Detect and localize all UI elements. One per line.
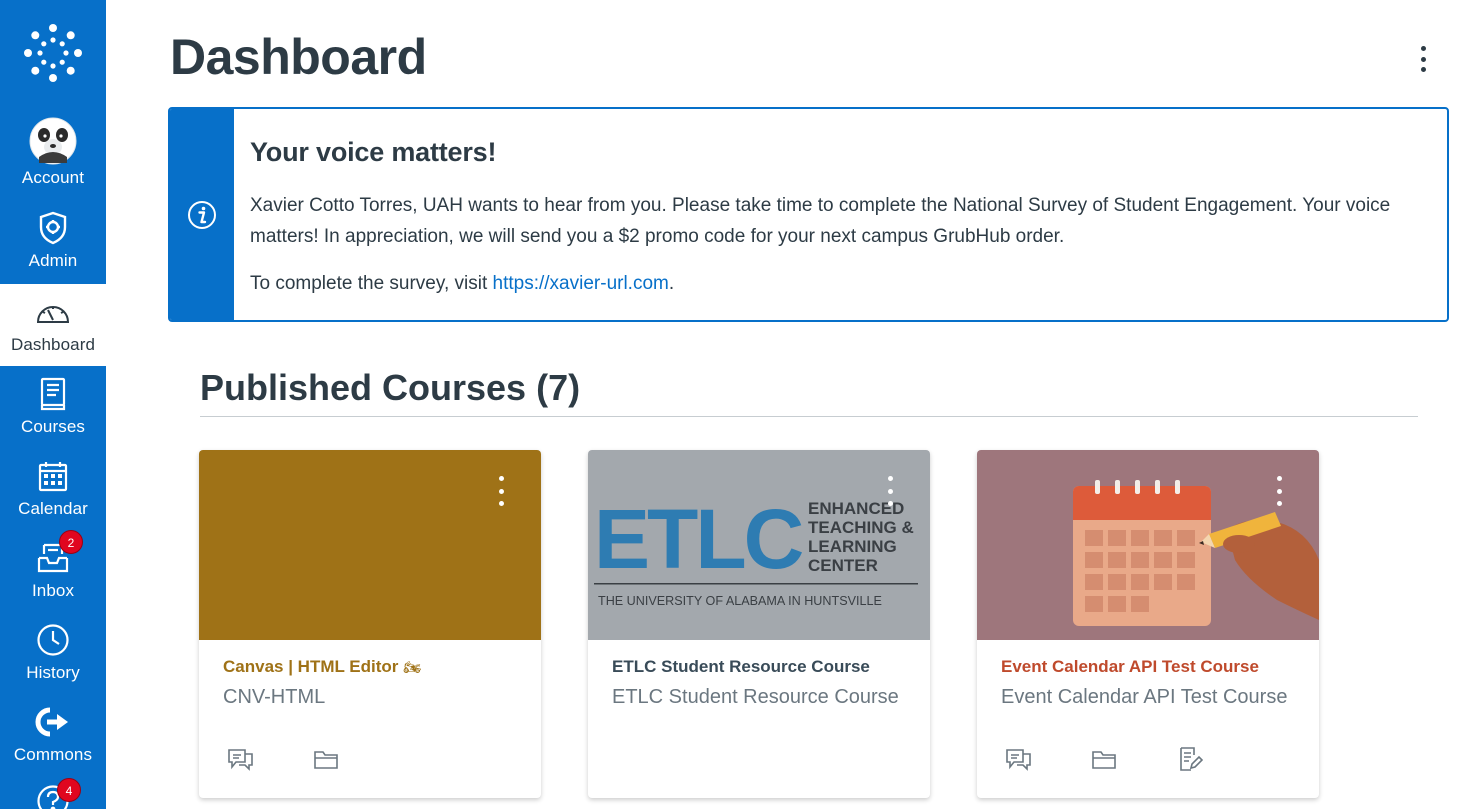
kebab-dot-icon	[498, 488, 504, 494]
assignments-button[interactable]	[1177, 746, 1263, 772]
alert-title: Your voice matters!	[250, 137, 497, 167]
kebab-dot-icon	[1276, 476, 1282, 481]
info-icon	[188, 200, 216, 229]
alert-message: Xavier Cotto Torres, UAH wants to hear f…	[250, 195, 1391, 247]
nav-label-commons: Commons	[13, 745, 93, 764]
kebab-dot-icon	[1276, 501, 1282, 506]
course-name-text: Canvas | HTML Editor	[223, 657, 399, 676]
course-card-name[interactable]: Event Calendar API Test Course	[1001, 657, 1259, 677]
dashboard-options-button[interactable]	[1408, 42, 1438, 76]
course-card-event-calendar[interactable]: Event Calendar API Test Course Event Cal…	[977, 450, 1319, 798]
help-icon: 4	[33, 778, 81, 809]
canvas-logo[interactable]	[0, 0, 106, 106]
course-card-name[interactable]: Canvas | HTML Editor 🏍	[223, 657, 421, 677]
nav-item-admin[interactable]: Admin	[0, 200, 106, 282]
kebab-dot-icon	[1276, 488, 1282, 494]
course-card-canvas-html-editor[interactable]: Canvas | HTML Editor 🏍 CNV-HTML	[199, 450, 541, 798]
nav-label-dashboard: Dashboard	[10, 335, 96, 354]
kebab-dot-icon	[498, 476, 504, 481]
clock-icon	[33, 620, 73, 660]
shield-icon	[33, 208, 73, 248]
nav-item-dashboard[interactable]: Dashboard	[0, 284, 106, 366]
nav-item-help[interactable]: 4	[0, 776, 106, 809]
page-title: Dashboard	[170, 29, 427, 85]
kebab-dot-icon	[1420, 67, 1426, 72]
motorcycle-icon: 🏍	[403, 659, 421, 675]
alert-cta-prefix: To complete the survey, visit	[250, 273, 493, 294]
nav-item-commons[interactable]: Commons	[0, 694, 106, 776]
course-card-options-button[interactable]	[1269, 476, 1289, 506]
global-nav: Account Admin Dashboard Courses Calendar…	[0, 0, 106, 809]
inbox-icon: 2	[33, 530, 83, 578]
nav-item-history[interactable]: History	[0, 612, 106, 694]
discussions-button[interactable]	[1005, 746, 1091, 772]
published-courses-heading: Published Courses (7)	[200, 367, 581, 408]
etlc-footer: THE UNIVERSITY OF ALABAMA IN HUNTSVILLE	[598, 594, 882, 608]
nav-item-inbox[interactable]: 2 Inbox	[0, 530, 106, 612]
speedometer-icon	[33, 292, 73, 332]
alert-sidebar	[170, 109, 234, 320]
etlc-logo: ETLC ENHANCED TEACHING & LEARNING CENTER…	[594, 492, 918, 608]
inbox-badge: 2	[59, 530, 83, 554]
course-card-hero[interactable]	[977, 450, 1319, 640]
calendar-illustration	[1073, 480, 1319, 626]
nav-label-account: Account	[21, 168, 85, 187]
nav-item-account[interactable]: Account	[0, 110, 106, 192]
section-divider	[200, 416, 1418, 417]
files-button[interactable]	[313, 746, 399, 772]
kebab-dot-icon	[1420, 56, 1426, 62]
kebab-dot-icon	[1420, 46, 1426, 51]
alert-cta: To complete the survey, visit https://xa…	[250, 268, 1431, 299]
alert-cta-suffix: .	[668, 273, 675, 294]
etlc-logo-text: ETLC	[594, 492, 803, 586]
nav-label-calendar: Calendar	[18, 499, 88, 518]
course-card-code: Event Calendar API Test Course	[1001, 686, 1288, 708]
kebab-dot-icon	[887, 501, 893, 506]
nav-label-history: History	[26, 663, 80, 682]
nav-item-courses[interactable]: Courses	[0, 366, 106, 448]
course-card-options-button[interactable]	[880, 476, 900, 506]
alert-body: Your voice matters! Xavier Cotto Torres,…	[250, 137, 1431, 299]
survey-link[interactable]: https://xavier-url.com	[493, 273, 669, 294]
course-card-actions	[1005, 746, 1263, 772]
kebab-dot-icon	[498, 501, 504, 506]
discussions-button[interactable]	[227, 746, 313, 772]
avatar	[28, 116, 78, 166]
folder-icon	[314, 751, 338, 769]
book-icon	[33, 374, 73, 414]
etlc-line-2: TEACHING &	[808, 518, 914, 537]
nav-label-courses: Courses	[20, 417, 85, 436]
announcement-alert: Your voice matters! Xavier Cotto Torres,…	[168, 107, 1449, 322]
calendar-icon	[33, 456, 73, 496]
discussions-icon	[1006, 749, 1031, 771]
course-card-hero[interactable]	[199, 450, 541, 640]
course-card-code: ETLC Student Resource Course	[612, 686, 899, 708]
canvas-logo-icon	[24, 24, 82, 82]
etlc-line-3: LEARNING	[808, 537, 897, 556]
nav-item-calendar[interactable]: Calendar	[0, 448, 106, 530]
course-card-actions	[227, 746, 399, 772]
nav-label-inbox: Inbox	[31, 581, 75, 600]
folder-icon	[1092, 751, 1116, 769]
kebab-dot-icon	[887, 488, 893, 494]
course-card-name[interactable]: ETLC Student Resource Course	[612, 657, 870, 677]
help-badge: 4	[57, 778, 81, 802]
discussions-icon	[228, 749, 253, 771]
nav-label-admin: Admin	[28, 251, 78, 270]
course-card-options-button[interactable]	[491, 476, 511, 506]
files-button[interactable]	[1091, 746, 1177, 772]
commons-icon	[33, 702, 73, 742]
course-card-code: CNV-HTML	[223, 686, 326, 708]
etlc-line-4: CENTER	[808, 556, 878, 575]
kebab-dot-icon	[887, 476, 893, 481]
course-card-etlc[interactable]: ETLC ENHANCED TEACHING & LEARNING CENTER…	[588, 450, 930, 798]
assignment-icon	[1180, 747, 1203, 771]
course-card-hero[interactable]: ETLC ENHANCED TEACHING & LEARNING CENTER…	[588, 450, 930, 640]
